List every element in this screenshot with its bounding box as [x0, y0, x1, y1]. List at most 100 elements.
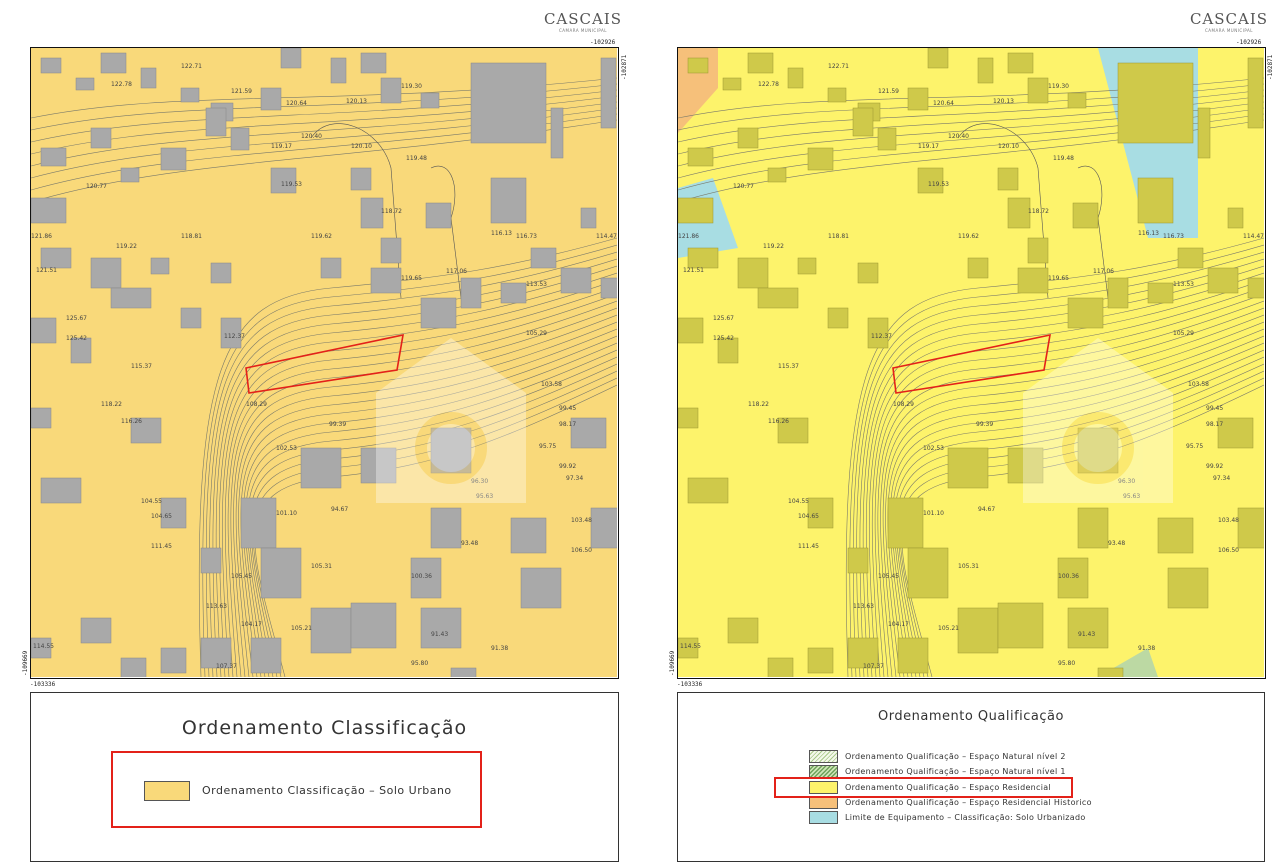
elevation-label: 118.22 — [748, 401, 769, 408]
building — [1147, 282, 1174, 304]
map-classificacao[interactable]: 122.71 122.78 121.59 120.64 120.13 119.30 120.… — [30, 47, 619, 679]
building — [370, 267, 402, 294]
elevation-label: 113.63 — [206, 603, 227, 610]
building — [678, 407, 699, 429]
legend-label: Limite de Equipamento – Classificação: S… — [845, 813, 1086, 822]
building — [1017, 267, 1049, 294]
elevation-label: 99.45 — [559, 405, 576, 412]
building — [210, 262, 232, 284]
elevation-label: 97.34 — [1213, 475, 1230, 482]
building — [807, 647, 834, 674]
elevation-label: 121.86 — [678, 233, 699, 240]
building — [722, 77, 742, 91]
elevation-label: 107.37 — [863, 663, 884, 670]
highlight-box — [774, 777, 1073, 798]
elevation-label: 113.63 — [853, 603, 874, 610]
building — [460, 277, 482, 309]
elevation-label: 100.36 — [1058, 573, 1079, 580]
building — [687, 247, 719, 269]
building — [205, 107, 227, 137]
building — [1027, 77, 1049, 104]
building — [687, 57, 709, 74]
elevation-label: 105.31 — [311, 563, 332, 570]
building — [490, 177, 527, 224]
elevation-label: 119.53 — [928, 181, 949, 188]
elevation-label: 116.26 — [121, 418, 142, 425]
building — [300, 447, 342, 489]
building — [430, 507, 462, 549]
building — [90, 257, 122, 289]
elevation-label: 120.77 — [733, 183, 754, 190]
elevation-label: 120.40 — [301, 133, 322, 140]
elevation-label: 93.48 — [461, 540, 478, 547]
elevation-label: 114.55 — [33, 643, 54, 650]
building — [1072, 202, 1099, 229]
legend-label: Ordenamento Qualificação – Espaço Natura… — [845, 767, 1066, 776]
elevation-label: 114.47 — [596, 233, 617, 240]
building — [280, 48, 302, 69]
building — [120, 167, 140, 183]
elevation-label: 100.36 — [411, 573, 432, 580]
building — [350, 602, 397, 649]
elevation-label: 112.37 — [871, 333, 892, 340]
building — [1227, 207, 1244, 229]
elevation-label: 91.43 — [431, 631, 448, 638]
coord-left-vertical: -109669 — [669, 650, 676, 676]
elevation-label: 116.26 — [768, 418, 789, 425]
elevation-label: 105.21 — [291, 625, 312, 632]
elevation-label: 97.34 — [566, 475, 583, 482]
elevation-label: 98.17 — [559, 421, 576, 428]
elevation-label: 99.92 — [1206, 463, 1223, 470]
building — [1007, 52, 1034, 74]
map-qualificacao[interactable]: 122.71 122.78 121.59 120.64 120.13 119.30 120.… — [677, 47, 1266, 679]
building — [330, 57, 347, 84]
building — [31, 407, 52, 429]
legend-swatch-hatched-light — [809, 750, 838, 763]
building — [380, 237, 402, 264]
elevation-label: 119.30 — [1048, 83, 1069, 90]
building — [350, 167, 372, 191]
elevation-label: 114.47 — [1243, 233, 1264, 240]
building — [927, 48, 949, 69]
building — [827, 87, 847, 103]
building — [977, 57, 994, 84]
building — [500, 282, 527, 304]
legend-label: Ordenamento Classificação – Solo Urbano — [202, 784, 452, 797]
legend-item: Limite de Equipamento – Classificação: S… — [809, 811, 1086, 824]
elevation-label: 119.22 — [116, 243, 137, 250]
building — [907, 547, 949, 599]
elevation-label: 119.53 — [281, 181, 302, 188]
elevation-label: 122.71 — [828, 63, 849, 70]
building — [847, 547, 869, 574]
elevation-label: 118.22 — [101, 401, 122, 408]
building — [420, 297, 457, 329]
elevation-label: 113.53 — [526, 281, 547, 288]
building — [600, 57, 617, 129]
building — [1107, 277, 1129, 309]
building — [1097, 667, 1124, 677]
building — [570, 417, 607, 449]
building — [310, 607, 352, 654]
building — [1177, 247, 1204, 269]
building — [1247, 277, 1264, 299]
legend-title: Ordenamento Classificação — [181, 717, 468, 739]
building — [320, 257, 342, 279]
elevation-label: 122.71 — [181, 63, 202, 70]
elevation-label: 103.58 — [541, 381, 562, 388]
building — [420, 607, 462, 649]
elevation-label: 114.55 — [680, 643, 701, 650]
building — [767, 167, 787, 183]
elevation-label: 121.51 — [683, 267, 704, 274]
elevation-label: 118.72 — [381, 208, 402, 215]
building — [260, 547, 302, 599]
elevation-label: 99.39 — [329, 421, 346, 428]
elevation-label: 119.48 — [1053, 155, 1074, 162]
elevation-label: 115.37 — [778, 363, 799, 370]
elevation-label: 125.42 — [713, 335, 734, 342]
building — [110, 287, 152, 309]
building — [877, 127, 897, 151]
building — [150, 257, 170, 275]
elevation-label: 122.78 — [758, 81, 779, 88]
building — [1167, 567, 1209, 609]
logo-text: CASCAIS — [1189, 10, 1269, 28]
